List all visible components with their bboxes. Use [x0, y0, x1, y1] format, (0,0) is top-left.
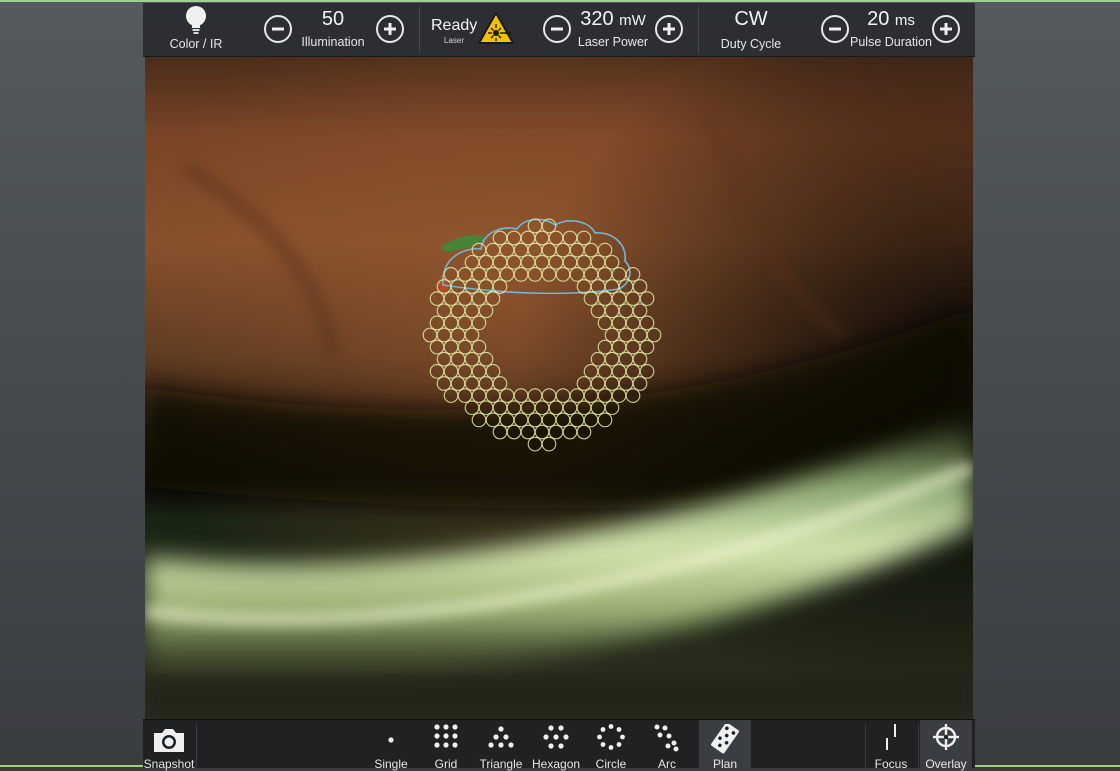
- duty-cycle-control[interactable]: CW Duty Cycle: [709, 3, 793, 56]
- pattern-grid-button[interactable]: Grid: [422, 720, 470, 771]
- illumination-value: 50: [321, 8, 345, 30]
- pattern-hexagon-label: Hexagon: [532, 757, 581, 771]
- duty-cycle-label: Duty Cycle: [720, 37, 782, 51]
- grid-pattern-icon: [434, 724, 458, 748]
- circle-pattern-icon: [597, 724, 625, 750]
- laser-status-indicator[interactable]: Ready Laser: [427, 3, 523, 56]
- pulse-duration-label: Pulse Duration: [850, 35, 932, 49]
- pulse-duration-value: 20 ms: [853, 8, 929, 32]
- laser-app: Color / IR 50 Illumination Ready Laser 3…: [143, 3, 975, 771]
- illumination-plus-button[interactable]: [376, 15, 404, 43]
- laser-status-text: Ready: [431, 17, 478, 34]
- plan-pattern-icon: [711, 724, 739, 754]
- laser-power-number: 320: [580, 8, 614, 30]
- illumination-minus-button[interactable]: [264, 15, 292, 43]
- laser-power-value: 320 mW: [573, 8, 653, 32]
- triangle-pattern-icon: [488, 726, 514, 748]
- focus-label: Focus: [874, 757, 908, 771]
- bottom-divider: [196, 724, 197, 768]
- plus-icon: [384, 23, 396, 35]
- overlay-label: Overlay: [925, 757, 967, 771]
- color-ir-label: Color / IR: [169, 37, 223, 51]
- illumination-label: Illumination: [301, 35, 365, 49]
- plus-icon: [940, 23, 952, 35]
- laser-power-unit: mW: [619, 12, 646, 29]
- single-pattern-icon: [388, 737, 394, 743]
- laser-warning-icon: [478, 12, 514, 44]
- duty-cycle-value: CW: [734, 8, 768, 30]
- focus-button[interactable]: Focus: [867, 720, 915, 771]
- pattern-arc-label: Arc: [658, 757, 676, 771]
- pattern-grid-label: Grid: [434, 757, 458, 771]
- pulse-duration-number: 20: [867, 8, 890, 30]
- pattern-triangle-button[interactable]: Triangle: [477, 720, 525, 771]
- top-toolbar: Color / IR 50 Illumination Ready Laser 3…: [143, 3, 975, 57]
- laser-power-plus-button[interactable]: [655, 15, 683, 43]
- toolbar-divider: [698, 6, 699, 53]
- camera-icon: [154, 729, 184, 752]
- laser-power-label: Laser Power: [577, 35, 649, 49]
- pattern-triangle-label: Triangle: [479, 757, 523, 771]
- crosshair-icon: [933, 724, 959, 750]
- pattern-plan-button[interactable]: Plan: [699, 720, 751, 771]
- plus-icon: [663, 23, 675, 35]
- pulse-duration-plus-button[interactable]: [932, 15, 960, 43]
- pulse-duration-unit: ms: [894, 12, 915, 29]
- laser-status-sub: Laser: [444, 36, 465, 45]
- arc-pattern-icon: [654, 724, 679, 752]
- pattern-plan-label: Plan: [712, 757, 738, 771]
- snapshot-label: Snapshot: [143, 757, 195, 771]
- bulb-icon: [186, 6, 206, 34]
- pattern-hexagon-button[interactable]: Hexagon: [532, 720, 581, 771]
- pattern-arc-button[interactable]: Arc: [643, 720, 691, 771]
- focus-icon: [886, 724, 896, 750]
- color-ir-toggle[interactable]: Color / IR: [151, 3, 241, 56]
- pattern-single-label: Single: [374, 757, 408, 771]
- pattern-circle-label: Circle: [595, 757, 627, 771]
- overlay-button[interactable]: Overlay: [920, 720, 972, 771]
- toolbar-divider: [419, 6, 420, 53]
- snapshot-button[interactable]: Snapshot: [143, 720, 195, 771]
- bottom-toolbar: Snapshot Single Grid Triangle Hexagon Ci…: [143, 719, 975, 771]
- bottom-divider: [865, 724, 866, 768]
- hexagon-pattern-icon: [543, 725, 569, 749]
- minus-icon: [551, 27, 563, 31]
- bottom-divider: [918, 724, 919, 768]
- pattern-single-button[interactable]: Single: [367, 720, 415, 771]
- pattern-circle-button[interactable]: Circle: [587, 720, 635, 771]
- camera-viewport[interactable]: [145, 57, 973, 719]
- minus-icon: [272, 27, 284, 31]
- laser-power-minus-button[interactable]: [543, 15, 571, 43]
